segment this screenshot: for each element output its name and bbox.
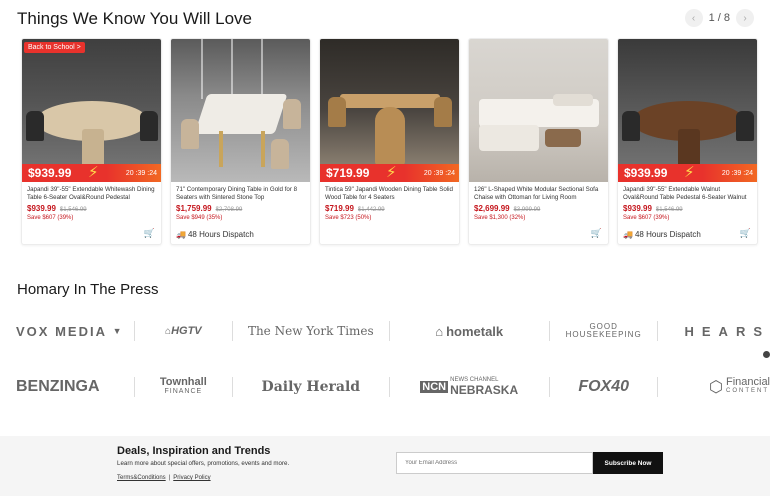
product-card[interactable]: $719.99 20 :39 :24 ⚡ Tintica 59" Japandi… xyxy=(319,38,460,245)
newsletter-title: Deals, Inspiration and Trends xyxy=(117,445,271,457)
fin-small: CONTENT xyxy=(725,388,769,394)
hearst-logo[interactable]: HEARS xyxy=(658,324,770,339)
add-to-cart-icon[interactable]: 🛒 xyxy=(591,228,602,239)
product-image[interactable]: $939.99 20 :39 :24 ⚡ xyxy=(618,39,757,182)
original-price: $2,708.99 xyxy=(215,207,243,213)
terms-link[interactable]: Terms&Conditions xyxy=(117,475,166,481)
truck-icon: 🚚 xyxy=(176,230,186,239)
countdown-timer: 20 :39 :24 xyxy=(423,169,455,177)
newsletter-subtitle: Learn more about special offers, promoti… xyxy=(117,460,290,467)
lightning-icon: ⚡ xyxy=(684,164,695,181)
sale-price: $2,699.99 xyxy=(474,204,510,213)
savings-text: Save $607 (39%) xyxy=(623,215,670,221)
lightning-icon: ⚡ xyxy=(88,164,99,181)
page-indicator: 1 / 8 xyxy=(708,12,730,24)
savings-text: Save $949 (35%) xyxy=(176,215,223,221)
product-card[interactable]: Back to School > $939.99 20 :39 :24 ⚡ Ja… xyxy=(21,38,162,245)
original-price: $1,546.99 xyxy=(59,207,87,213)
link-separator: | xyxy=(168,475,171,481)
sale-price: $939.99 xyxy=(27,204,56,213)
sale-price: $939.99 xyxy=(623,204,652,213)
product-card[interactable]: 126" L-Shaped White Modular Sectional So… xyxy=(468,38,609,245)
original-price: $1,442.99 xyxy=(357,207,385,213)
product-card[interactable]: 71" Contemporary Dining Table in Gold fo… xyxy=(170,38,311,245)
product-image[interactable] xyxy=(171,39,310,182)
townhall-text: Townhall xyxy=(159,376,207,388)
original-price: $1,546.99 xyxy=(655,207,683,213)
savings-text: Save $607 (39%) xyxy=(27,215,74,221)
ncn-mark-icon: NCN xyxy=(420,381,449,393)
nyt-logo[interactable]: The New York Times xyxy=(233,324,388,338)
house-icon: ⌂ xyxy=(435,323,444,339)
truck-icon: 🚚 xyxy=(623,230,633,239)
banner-price: $719.99 xyxy=(326,166,370,180)
section-title: Things We Know You Will Love xyxy=(17,9,252,28)
product-image[interactable] xyxy=(469,39,608,182)
vox-media-text: VOX MEDIA xyxy=(16,323,107,339)
hexagon-icon: ⬡ xyxy=(709,379,723,396)
add-to-cart-icon[interactable]: 🛒 xyxy=(740,228,751,239)
townhall-sub: FINANCE xyxy=(164,388,203,395)
hometalk-text: hometalk xyxy=(446,323,504,339)
privacy-link[interactable]: Privacy Policy xyxy=(173,475,210,481)
hgtv-text: HGTV xyxy=(171,325,202,337)
product-image[interactable]: $719.99 20 :39 :24 ⚡ xyxy=(320,39,459,182)
dispatch-text: 48 Hours Dispatch xyxy=(187,230,254,239)
hometalk-logo[interactable]: ⌂ hometalk xyxy=(390,324,549,339)
add-to-cart-icon[interactable]: 🛒 xyxy=(144,228,155,239)
email-input[interactable] xyxy=(396,452,593,474)
subscribe-button[interactable]: Subscribe Now xyxy=(593,452,663,474)
financial-content-logo[interactable]: ⬡ Financial CONTENT xyxy=(658,377,770,397)
savings-text: Save $723 (50%) xyxy=(325,215,372,221)
product-name[interactable]: 126" L-Shaped White Modular Sectional So… xyxy=(474,186,603,201)
recommendations-section: Things We Know You Will Love ‹ 1 / 8 › B… xyxy=(0,0,770,270)
lightning-icon: ⚡ xyxy=(386,164,397,181)
gh-line2: HOUSEKEEPING xyxy=(565,330,642,339)
sale-price: $719.99 xyxy=(325,204,354,213)
dispatch-label: 🚚 48 Hours Dispatch xyxy=(623,230,701,239)
product-carousel: Back to School > $939.99 20 :39 :24 ⚡ Ja… xyxy=(21,38,758,245)
prev-arrow-icon[interactable]: ‹ xyxy=(684,9,703,27)
good-housekeeping-logo[interactable]: GOOD HOUSEKEEPING xyxy=(550,323,658,339)
vox-mark-icon: ▼ xyxy=(112,326,124,336)
product-name[interactable]: 71" Contemporary Dining Table in Gold fo… xyxy=(176,186,305,201)
product-name[interactable]: Japandi 39"-55" Extendable Whitewash Din… xyxy=(27,186,156,201)
news-channel-nebraska-logo[interactable]: NCN NEWS CHANNEL NEBRASKA xyxy=(390,377,549,397)
countdown-timer: 20 :39 :24 xyxy=(125,169,157,177)
countdown-timer: 20 :39 :24 xyxy=(721,169,753,177)
original-price: $3,999.99 xyxy=(513,207,541,213)
product-name[interactable]: Japandi 39"-55" Extendable Walnut Oval&R… xyxy=(623,186,752,201)
newsletter-footer: Deals, Inspiration and Trends Learn more… xyxy=(0,436,770,496)
banner-price: $939.99 xyxy=(28,166,72,180)
carousel-pager: ‹ 1 / 8 › xyxy=(684,9,754,27)
dispatch-text: 48 Hours Dispatch xyxy=(634,230,701,239)
townhall-finance-logo[interactable]: Townhall FINANCE xyxy=(135,376,233,396)
footer-links: Terms&Conditions | Privacy Policy xyxy=(117,475,211,481)
press-logos-row: VOX MEDIA ▼ ⌂ HGTV The New York Times ⌂ ho… xyxy=(16,316,770,346)
next-arrow-icon[interactable]: › xyxy=(736,9,754,27)
fox40-logo[interactable]: FOX40 xyxy=(550,378,658,396)
sale-price: $1,759.99 xyxy=(176,204,212,213)
banner-price: $939.99 xyxy=(624,166,668,180)
press-section-title: Homary In The Press xyxy=(17,281,159,298)
fin-big: Financial xyxy=(725,376,770,388)
dispatch-label: 🚚 48 Hours Dispatch xyxy=(176,230,254,239)
vox-media-logo[interactable]: VOX MEDIA ▼ xyxy=(16,324,134,339)
press-logos-row: BENZINGA Townhall FINANCE Daily Herald N… xyxy=(16,372,770,402)
benzinga-logo[interactable]: BENZINGA xyxy=(16,378,134,396)
product-image[interactable]: Back to School > $939.99 20 :39 :24 ⚡ xyxy=(22,39,161,182)
savings-text: Save $1,300 (32%) xyxy=(474,215,526,221)
daily-herald-logo[interactable]: Daily Herald xyxy=(233,379,388,395)
hgtv-logo[interactable]: ⌂ HGTV xyxy=(135,325,233,337)
product-card[interactable]: $939.99 20 :39 :24 ⚡ Japandi 39"-55" Ext… xyxy=(617,38,758,245)
promo-badge[interactable]: Back to School > xyxy=(24,42,85,53)
scroll-indicator[interactable] xyxy=(763,351,770,358)
product-name[interactable]: Tintica 59" Japandi Wooden Dining Table … xyxy=(325,186,454,201)
news-big: NEBRASKA xyxy=(450,383,519,397)
